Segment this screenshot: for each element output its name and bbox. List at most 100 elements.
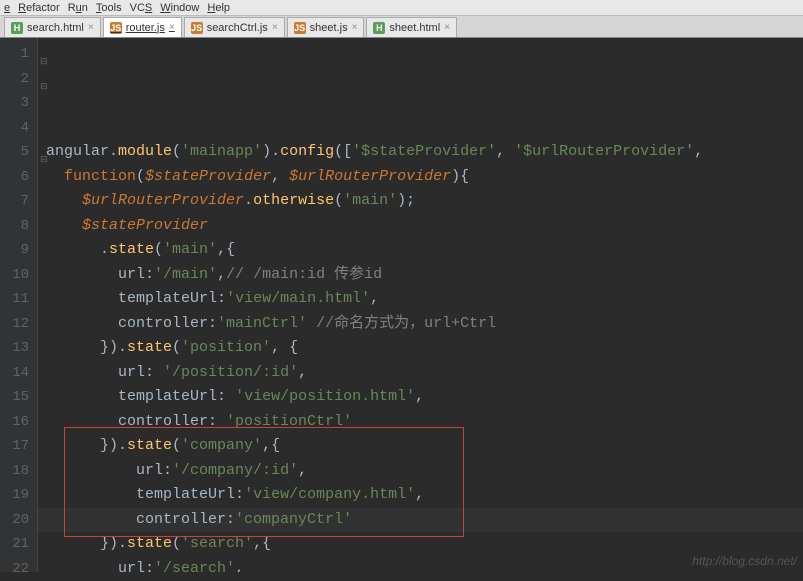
close-icon[interactable]: ×: [444, 22, 450, 33]
token-punc: }).: [46, 437, 127, 454]
token-str: '$urlRouterProvider': [514, 143, 694, 160]
token-param-it: $urlRouterProvider: [82, 192, 244, 209]
token-punc: [46, 388, 118, 405]
line-number: 1: [6, 42, 29, 67]
token-fn: state: [127, 437, 172, 454]
token-prop: templateUrl: [118, 388, 217, 405]
tab-label: router.js: [126, 22, 165, 34]
close-icon[interactable]: ×: [169, 22, 175, 33]
token-punc: :: [217, 290, 226, 307]
token-str: '$stateProvider': [352, 143, 496, 160]
token-prop: controller: [136, 511, 226, 528]
code-line[interactable]: angular.module('mainapp').config(['$stat…: [46, 140, 803, 165]
token-punc: ([: [334, 143, 352, 160]
close-icon[interactable]: ×: [272, 22, 278, 33]
line-number: 17: [6, 434, 29, 459]
token-str: 'positionCtrl': [226, 413, 352, 430]
token-punc: [46, 217, 82, 234]
fold-toggle-icon[interactable]: ⊟: [40, 75, 48, 83]
menu-item-refactor[interactable]: Refactor: [18, 2, 60, 14]
token-punc: [307, 315, 316, 332]
menu-item-help[interactable]: Help: [207, 2, 230, 14]
html-file-icon: H: [11, 22, 23, 34]
token-punc: ,: [298, 462, 307, 479]
line-number: 5: [6, 140, 29, 165]
token-fn: config: [280, 143, 334, 160]
code-line[interactable]: url:'/main',// /main:id 传参id: [46, 263, 803, 288]
tab-sheet-js[interactable]: JS sheet.js ×: [287, 17, 365, 37]
token-str: 'main': [163, 241, 217, 258]
code-line[interactable]: function($stateProvider, $urlRouterProvi…: [46, 165, 803, 190]
js-file-icon: JS: [294, 22, 306, 34]
line-number: 2: [6, 67, 29, 92]
menu-item-window[interactable]: Window: [160, 2, 199, 14]
code-line[interactable]: }).state('search',{: [46, 532, 803, 557]
line-number: 13: [6, 336, 29, 361]
token-punc: .: [244, 192, 253, 209]
token-punc: angular.: [46, 143, 118, 160]
line-number: 18: [6, 459, 29, 484]
token-str: 'view/position.html': [235, 388, 415, 405]
code-line[interactable]: url: '/position/:id',: [46, 361, 803, 386]
line-number: 7: [6, 189, 29, 214]
code-line[interactable]: .state('main',{: [46, 238, 803, 263]
code-line[interactable]: templateUrl:'view/company.html',: [46, 483, 803, 508]
token-punc: :: [217, 388, 235, 405]
code-line[interactable]: templateUrl:'view/main.html',: [46, 287, 803, 312]
token-prop: templateUrl: [118, 290, 217, 307]
token-str: 'companyCtrl': [235, 511, 352, 528]
menu-item-tools[interactable]: Tools: [96, 2, 122, 14]
line-number: 9: [6, 238, 29, 263]
tab-search-html[interactable]: Hsearch.html×: [4, 17, 101, 37]
tab-searchCtrl-js[interactable]: JSsearchCtrl.js×: [184, 17, 285, 37]
token-prop: templateUrl: [136, 486, 235, 503]
menu-item-vcs[interactable]: VCS: [130, 2, 153, 14]
tab-sheet-html[interactable]: Hsheet.html×: [366, 17, 457, 37]
menu-item-run[interactable]: Run: [68, 2, 88, 14]
token-punc: ,: [694, 143, 703, 160]
close-icon[interactable]: ×: [352, 22, 358, 33]
token-punc: [46, 560, 118, 573]
menu-item-e[interactable]: e: [4, 2, 10, 14]
token-prop: url: [118, 560, 145, 573]
token-punc: [46, 266, 118, 283]
token-punc: (: [334, 192, 343, 209]
code-line[interactable]: }).state('position', {: [46, 336, 803, 361]
token-punc: ,: [415, 486, 424, 503]
token-punc: ,: [370, 290, 379, 307]
token-punc: :: [235, 486, 244, 503]
token-punc: :: [226, 511, 235, 528]
code-line[interactable]: url:'/search',: [46, 557, 803, 573]
line-number: 8: [6, 214, 29, 239]
token-str: '/position/:id': [163, 364, 298, 381]
token-punc: [46, 192, 82, 209]
line-number: 19: [6, 483, 29, 508]
close-icon[interactable]: ×: [88, 22, 94, 33]
code-area[interactable]: angular.module('mainapp').config(['$stat…: [38, 38, 803, 572]
line-number: 11: [6, 287, 29, 312]
token-param-it: $stateProvider: [145, 168, 271, 185]
token-fn: state: [127, 535, 172, 552]
code-line[interactable]: templateUrl: 'view/position.html',: [46, 385, 803, 410]
tab-router-js[interactable]: JSrouter.js×: [103, 17, 182, 37]
watermark-text: http://blog.csdn.net/: [692, 554, 797, 568]
tab-label: sheet.js: [310, 22, 348, 34]
code-line[interactable]: controller: 'positionCtrl': [46, 410, 803, 435]
token-prop: controller: [118, 413, 208, 430]
token-punc: (: [172, 437, 181, 454]
code-line[interactable]: controller:'companyCtrl': [46, 508, 803, 533]
code-line[interactable]: controller:'mainCtrl' //命名方式为，url+Ctrl: [46, 312, 803, 337]
line-number: 22: [6, 557, 29, 581]
line-number: 20: [6, 508, 29, 533]
token-punc: [46, 290, 118, 307]
code-line[interactable]: url:'/company/:id',: [46, 459, 803, 484]
token-fn: state: [109, 241, 154, 258]
token-str: '/search': [154, 560, 235, 573]
line-number: 14: [6, 361, 29, 386]
token-punc: ,{: [217, 241, 235, 258]
code-line[interactable]: $stateProvider: [46, 214, 803, 239]
code-line[interactable]: }).state('company',{: [46, 434, 803, 459]
line-number: 12: [6, 312, 29, 337]
fold-toggle-icon[interactable]: ⊟: [40, 50, 48, 58]
code-line[interactable]: $urlRouterProvider.otherwise('main');: [46, 189, 803, 214]
